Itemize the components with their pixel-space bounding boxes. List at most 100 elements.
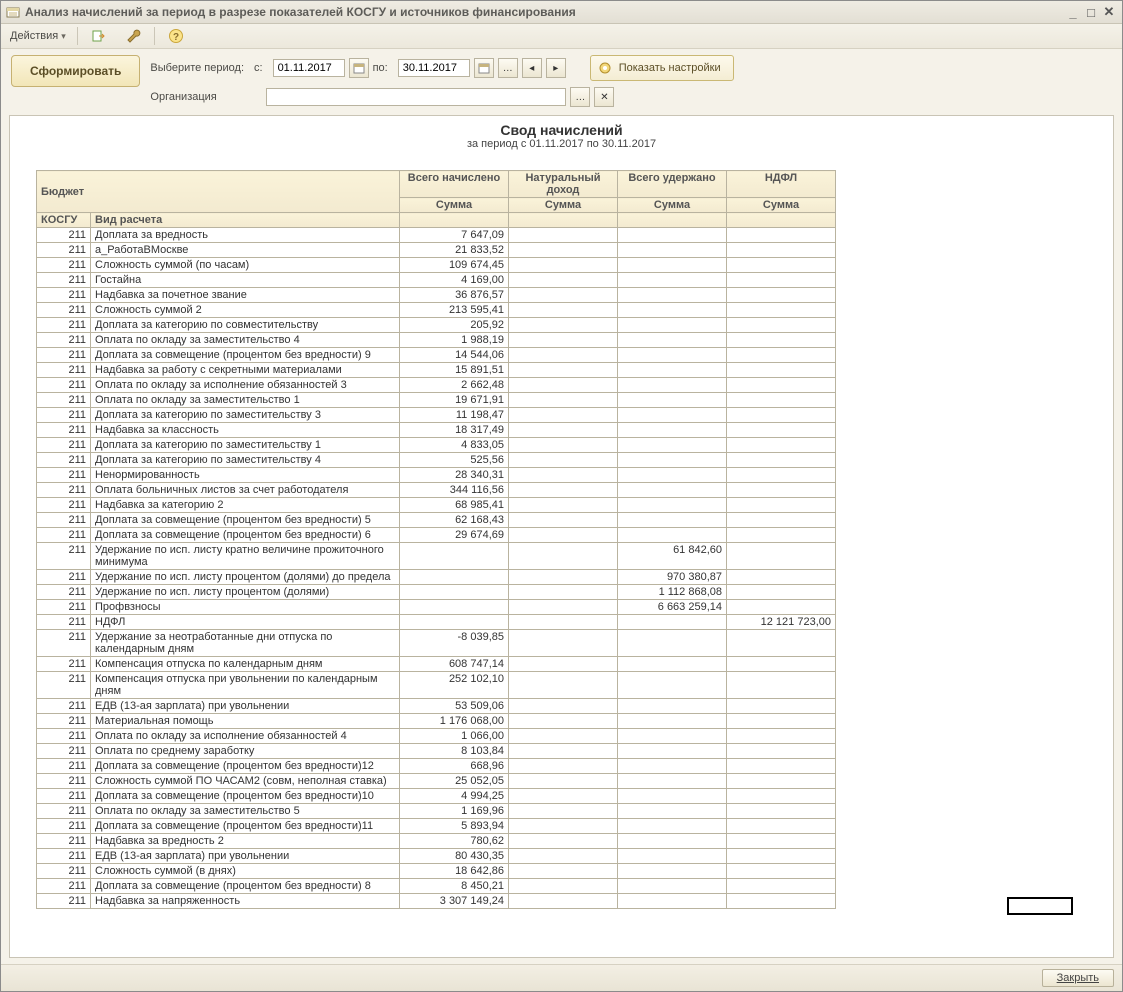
cell-withheld bbox=[618, 408, 727, 423]
cell-ndfl bbox=[727, 543, 836, 570]
table-row[interactable]: 211Оплата по окладу за исполнение обязан… bbox=[37, 729, 836, 744]
cell-withheld bbox=[618, 729, 727, 744]
table-row[interactable]: 211Оплата по окладу за заместительство 5… bbox=[37, 804, 836, 819]
table-row[interactable]: 211Оплата по окладу за заместительство 1… bbox=[37, 393, 836, 408]
close-button[interactable]: Закрыть bbox=[1042, 969, 1114, 987]
cell-natural bbox=[509, 849, 618, 864]
calendar-from-button[interactable] bbox=[349, 58, 369, 78]
minimize-button[interactable]: _ bbox=[1064, 4, 1082, 20]
table-row[interactable]: 211Удержание по исп. листу процентом (до… bbox=[37, 570, 836, 585]
table-row[interactable]: 211Профвзносы6 663 259,14 bbox=[37, 600, 836, 615]
cell-kosgu: 211 bbox=[37, 672, 91, 699]
cell-ndfl bbox=[727, 303, 836, 318]
table-row[interactable]: 211Доплата за совмещение (процентом без … bbox=[37, 348, 836, 363]
table-row[interactable]: 211ЕДВ (13-ая зарплата) при увольнении80… bbox=[37, 849, 836, 864]
table-row[interactable]: 211Доплата за совмещение (процентом без … bbox=[37, 528, 836, 543]
table-row[interactable]: 211Доплата за категорию по совместительс… bbox=[37, 318, 836, 333]
generate-button[interactable]: Сформировать bbox=[11, 55, 140, 87]
table-row[interactable]: 211Надбавка за напряженность3 307 149,24 bbox=[37, 894, 836, 909]
table-row[interactable]: 211Надбавка за категорию 268 985,41 bbox=[37, 498, 836, 513]
cell-ndfl bbox=[727, 630, 836, 657]
settings-tool[interactable] bbox=[118, 25, 148, 47]
cell-kosgu: 211 bbox=[37, 615, 91, 630]
table-row[interactable]: 211Удержание по исп. листу кратно величи… bbox=[37, 543, 836, 570]
cell-name: Доплата за совмещение (процентом без вре… bbox=[91, 513, 400, 528]
cell-ndfl: 12 121 723,00 bbox=[727, 615, 836, 630]
cell-name: Оплата по окладу за заместительство 4 bbox=[91, 333, 400, 348]
period-prev-button[interactable]: ◂ bbox=[522, 58, 542, 78]
hdr-natural: Натуральный доход bbox=[509, 171, 618, 198]
table-row[interactable]: 211Гостайна4 169,00 bbox=[37, 273, 836, 288]
table-row[interactable]: 211Ненормированность28 340,31 bbox=[37, 468, 836, 483]
table-row[interactable]: 211Сложность суммой (в днях)18 642,86 bbox=[37, 864, 836, 879]
table-row[interactable]: 211Оплата по окладу за заместительство 4… bbox=[37, 333, 836, 348]
show-settings-button[interactable]: Показать настройки bbox=[590, 55, 734, 81]
actions-menu[interactable]: Действия ▾ bbox=[5, 25, 71, 47]
table-row[interactable]: 211Надбавка за классность18 317,49 bbox=[37, 423, 836, 438]
cell-name: Ненормированность bbox=[91, 468, 400, 483]
date-to-input[interactable] bbox=[398, 59, 470, 77]
table-row[interactable]: 211Доплата за совмещение (процентом без … bbox=[37, 819, 836, 834]
app-window: Анализ начислений за период в разрезе по… bbox=[0, 0, 1123, 992]
cell-ndfl bbox=[727, 759, 836, 774]
cell-name: Оплата больничных листов за счет работод… bbox=[91, 483, 400, 498]
table-row[interactable]: 211Доплата за совмещение (процентом без … bbox=[37, 513, 836, 528]
hdr-sum-2: Сумма bbox=[509, 198, 618, 213]
table-row[interactable]: 211Сложность суммой ПО ЧАСАМ2 (совм, неп… bbox=[37, 774, 836, 789]
calendar-to-button[interactable] bbox=[474, 58, 494, 78]
table-row[interactable]: 211Удержание по исп. листу процентом (до… bbox=[37, 585, 836, 600]
table-row[interactable]: 211Оплата по среднему заработку8 103,84 bbox=[37, 744, 836, 759]
cell-natural bbox=[509, 789, 618, 804]
table-row[interactable]: 211Доплата за вредность7 647,09 bbox=[37, 228, 836, 243]
period-picker-button[interactable]: … bbox=[498, 58, 518, 78]
table-row[interactable]: 211Оплата больничных листов за счет рабо… bbox=[37, 483, 836, 498]
cell-withheld bbox=[618, 453, 727, 468]
cell-name: Доплата за совмещение (процентом без вре… bbox=[91, 528, 400, 543]
cell-withheld bbox=[618, 699, 727, 714]
table-row[interactable]: 211Надбавка за вредность 2780,62 bbox=[37, 834, 836, 849]
cell-ndfl bbox=[727, 672, 836, 699]
table-row[interactable]: 211Компенсация отпуска по календарным дн… bbox=[37, 657, 836, 672]
period-next-button[interactable]: ▸ bbox=[546, 58, 566, 78]
cell-name: Оплата по окладу за исполнение обязаннос… bbox=[91, 378, 400, 393]
table-row[interactable]: 211а_РаботаВМоскве21 833,52 bbox=[37, 243, 836, 258]
org-select-button[interactable]: … bbox=[570, 87, 590, 107]
cell-accrued: 11 198,47 bbox=[400, 408, 509, 423]
org-input[interactable] bbox=[266, 88, 566, 106]
cell-accrued: 4 833,05 bbox=[400, 438, 509, 453]
export-button[interactable] bbox=[84, 25, 114, 47]
cell-accrued: 344 116,56 bbox=[400, 483, 509, 498]
table-row[interactable]: 211НДФЛ12 121 723,00 bbox=[37, 615, 836, 630]
table-row[interactable]: 211Доплата за категорию по заместительст… bbox=[37, 453, 836, 468]
table-row[interactable]: 211Надбавка за работу с секретными матер… bbox=[37, 363, 836, 378]
close-window-button[interactable]: ✕ bbox=[1100, 4, 1118, 20]
table-row[interactable]: 211ЕДВ (13-ая зарплата) при увольнении53… bbox=[37, 699, 836, 714]
help-button[interactable]: ? bbox=[161, 25, 191, 47]
table-row[interactable]: 211Оплата по окладу за исполнение обязан… bbox=[37, 378, 836, 393]
cell-accrued: 3 307 149,24 bbox=[400, 894, 509, 909]
report-viewport[interactable]: Свод начислений за период с 01.11.2017 п… bbox=[9, 115, 1114, 958]
date-from-input[interactable] bbox=[273, 59, 345, 77]
table-row[interactable]: 211Удержание за неотработанные дни отпус… bbox=[37, 630, 836, 657]
table-row[interactable]: 211Доплата за категорию по заместительст… bbox=[37, 408, 836, 423]
table-row[interactable]: 211Доплата за совмещение (процентом без … bbox=[37, 789, 836, 804]
cell-natural bbox=[509, 228, 618, 243]
org-clear-button[interactable]: ✕ bbox=[594, 87, 614, 107]
table-row[interactable]: 211Доплата за категорию по заместительст… bbox=[37, 438, 836, 453]
table-row[interactable]: 211Сложность суммой (по часам)109 674,45 bbox=[37, 258, 836, 273]
cell-name: Надбавка за вредность 2 bbox=[91, 834, 400, 849]
table-row[interactable]: 211Доплата за совмещение (процентом без … bbox=[37, 759, 836, 774]
maximize-button[interactable]: □ bbox=[1082, 4, 1100, 20]
table-row[interactable]: 211Материальная помощь1 176 068,00 bbox=[37, 714, 836, 729]
table-row[interactable]: 211Доплата за совмещение (процентом без … bbox=[37, 879, 836, 894]
table-row[interactable]: 211Компенсация отпуска при увольнении по… bbox=[37, 672, 836, 699]
cell-natural bbox=[509, 630, 618, 657]
cell-accrued: 4 994,25 bbox=[400, 789, 509, 804]
cell-kosgu: 211 bbox=[37, 318, 91, 333]
table-row[interactable]: 211Сложность суммой 2213 595,41 bbox=[37, 303, 836, 318]
report-table: Бюджет Всего начислено Натуральный доход… bbox=[36, 170, 836, 909]
cell-ndfl bbox=[727, 258, 836, 273]
table-row[interactable]: 211Надбавка за почетное звание36 876,57 bbox=[37, 288, 836, 303]
cell-withheld bbox=[618, 438, 727, 453]
cell-withheld bbox=[618, 714, 727, 729]
